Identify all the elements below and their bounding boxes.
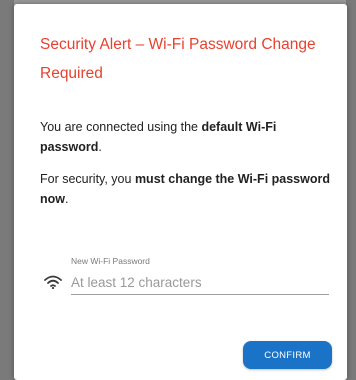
message-text: You are connected using the	[40, 120, 202, 134]
message-must-change: For security, you must change the Wi-Fi …	[40, 169, 330, 209]
backdrop-right	[346, 0, 356, 380]
backdrop-left	[0, 0, 14, 380]
new-wifi-password-input[interactable]	[71, 270, 329, 295]
password-field-group: New Wi-Fi Password	[40, 254, 330, 302]
security-alert-dialog: Security Alert – Wi-Fi Password Change R…	[14, 4, 347, 380]
message-default-password: You are connected using the default Wi-F…	[40, 117, 330, 157]
password-field-label: New Wi-Fi Password	[71, 256, 150, 266]
message-text-end: .	[65, 192, 69, 206]
message-text-end: .	[98, 140, 102, 154]
dialog-title: Security Alert – Wi-Fi Password Change R…	[40, 36, 316, 82]
message-text: For security, you	[40, 172, 135, 186]
confirm-button[interactable]: CONFIRM	[243, 341, 332, 369]
wifi-icon	[44, 275, 62, 289]
